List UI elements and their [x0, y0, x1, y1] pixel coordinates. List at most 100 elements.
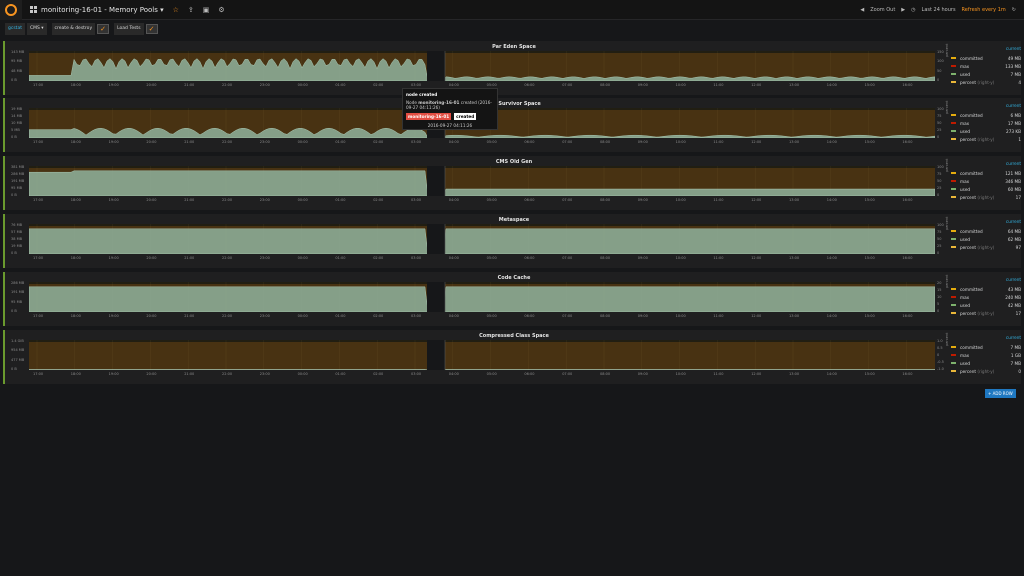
panel-title[interactable]: CMS Old Gen: [5, 159, 1023, 165]
used-series-area: [29, 286, 935, 312]
panel-title[interactable]: Par Eden Space: [5, 44, 1023, 50]
y-tick-label: 19 MB: [11, 244, 22, 248]
zoom-out-button[interactable]: Zoom Out: [870, 7, 895, 13]
chevron-left-icon[interactable]: ◀: [860, 7, 864, 13]
legend-item[interactable]: max 240 MB: [951, 293, 1021, 301]
x-tick-label: 09:00: [637, 372, 648, 376]
legend-header: current: [1005, 46, 1021, 51]
tooltip-tag-node: monitoring-16-01: [406, 113, 452, 120]
legend-series-note: (right-y): [977, 368, 995, 374]
legend-item[interactable]: used 273 KB: [951, 127, 1021, 135]
legend-item[interactable]: percent (right-y) 1: [951, 135, 1021, 143]
x-tick-label: 10:00: [675, 140, 686, 144]
grafana-logo[interactable]: [0, 0, 22, 20]
x-tick-label: 18:00: [70, 140, 81, 144]
graph-plot-area[interactable]: [29, 282, 935, 312]
load-tests-checkbox[interactable]: ✓: [145, 24, 158, 34]
x-tick-label: 23:00: [259, 372, 270, 376]
chevron-right-icon[interactable]: ▶: [901, 7, 905, 13]
legend-item[interactable]: used 60 MB: [951, 185, 1021, 193]
tooltip-tag-created: created: [454, 113, 477, 120]
legend-swatch: [951, 172, 956, 174]
create-destroy-checkbox[interactable]: ✓: [97, 24, 110, 34]
y-right-tick-label: 25: [937, 244, 942, 248]
x-tick-label: 10:00: [675, 314, 686, 318]
legend-current-value: 346 MB: [1005, 178, 1021, 184]
star-icon[interactable]: ☆: [173, 6, 179, 14]
legend-item[interactable]: committed 43 MB: [951, 285, 1021, 293]
panel-title[interactable]: Par Survivor Space: [5, 101, 1023, 107]
panel-title[interactable]: Code Cache: [5, 275, 1023, 281]
legend-series-note: (right-y): [977, 244, 995, 250]
x-tick-label: 23:00: [259, 256, 270, 260]
graph-plot-area[interactable]: [29, 51, 935, 81]
x-tick-label: 18:00: [70, 198, 81, 202]
x-tick-label: 11:00: [713, 256, 724, 260]
graph-plot-area[interactable]: [29, 224, 935, 254]
share-icon[interactable]: ⇪: [188, 6, 194, 14]
y-tick-label: 95 MB: [11, 59, 22, 64]
panel-title[interactable]: Metaspace: [5, 217, 1023, 223]
x-tick-label: 17:00: [33, 314, 44, 318]
save-icon[interactable]: ▣: [203, 6, 210, 14]
legend-item[interactable]: percent (right-y) 97: [951, 243, 1021, 251]
x-tick-label: 17:00: [33, 256, 44, 260]
legend-item[interactable]: percent (right-y) 4: [951, 78, 1021, 86]
time-range-picker[interactable]: Last 24 hours: [922, 7, 956, 13]
x-tick-label: 09:00: [637, 83, 648, 87]
graph-plot-area[interactable]: [29, 340, 935, 370]
y-right-tick-label: 50: [937, 237, 942, 241]
legend-current-value: 7 MB: [1010, 71, 1021, 77]
add-row-button[interactable]: + ADD ROW: [985, 389, 1016, 398]
legend-swatch: [951, 188, 956, 190]
legend-item[interactable]: used 7 MB: [951, 70, 1021, 78]
legend-item[interactable]: committed 49 MB: [951, 54, 1021, 62]
graph-panel: Metaspace 76 MB 57 MB 38 MB 19 MB 0 B 17:00 18:…: [3, 214, 1021, 268]
x-tick-label: 10:00: [675, 256, 686, 260]
refresh-icon[interactable]: ↻: [1012, 7, 1016, 13]
x-tick-label: 16:00: [902, 314, 913, 318]
load-tests-annotation-label: Load Tests: [114, 23, 144, 35]
x-tick-label: 19:00: [108, 140, 119, 144]
legend-item[interactable]: used 7 MB: [951, 359, 1021, 367]
legend-item[interactable]: percent (right-y) 17: [951, 193, 1021, 201]
legend-item[interactable]: percent (right-y) 0: [951, 367, 1021, 375]
legend-item[interactable]: max 133 MB: [951, 62, 1021, 70]
tooltip-body: Node monitoring-16-01 created (2016-09-2…: [406, 100, 494, 110]
legend-item[interactable]: committed 6 MB: [951, 111, 1021, 119]
graph-plot-area[interactable]: [29, 166, 935, 196]
legend-item[interactable]: max 17 MB: [951, 119, 1021, 127]
dashboard-picker[interactable]: monitoring-16-01 - Memory Pools ▾: [30, 6, 164, 14]
y-right-tick-label: 1.0: [937, 339, 943, 343]
legend-swatch: [951, 312, 956, 314]
legend-item[interactable]: max 1 GB: [951, 351, 1021, 359]
x-tick-label: 13:00: [789, 372, 800, 376]
legend-series-label: used: [960, 360, 971, 366]
legend-item[interactable]: used 42 MB: [951, 301, 1021, 309]
gc-variable-select[interactable]: CMS ▾: [26, 23, 47, 35]
legend-current-value: 49 MB: [1007, 55, 1021, 61]
legend-item[interactable]: committed 121 MB: [951, 169, 1021, 177]
legend-item[interactable]: max 346 MB: [951, 177, 1021, 185]
legend-item[interactable]: percent (right-y) 17: [951, 309, 1021, 317]
legend-swatch: [951, 362, 956, 364]
x-tick-label: 20:00: [146, 198, 157, 202]
y-tick-label: 0 B: [11, 251, 17, 255]
legend-series-name: max: [960, 179, 1005, 184]
refresh-interval[interactable]: Refresh every 1m: [962, 7, 1006, 13]
x-tick-label: 20:00: [146, 314, 157, 318]
x-tick-label: 20:00: [146, 140, 157, 144]
x-tick-label: 09:00: [637, 256, 648, 260]
panel-title[interactable]: Compressed Class Space: [5, 333, 1023, 339]
legend-series-label: max: [960, 178, 970, 184]
x-tick-label: 01:00: [335, 140, 346, 144]
x-tick-label: 11:00: [713, 314, 724, 318]
legend-item[interactable]: committed 7 MB: [951, 343, 1021, 351]
legend-series-name: committed: [960, 113, 1011, 118]
legend-item[interactable]: used 62 MB: [951, 235, 1021, 243]
gear-icon[interactable]: ⚙: [218, 6, 224, 14]
x-tick-label: 14:00: [826, 372, 837, 376]
legend-item[interactable]: committed 64 MB: [951, 227, 1021, 235]
legend-current-value: 121 MB: [1005, 170, 1021, 176]
x-tick-label: 16:00: [902, 140, 913, 144]
